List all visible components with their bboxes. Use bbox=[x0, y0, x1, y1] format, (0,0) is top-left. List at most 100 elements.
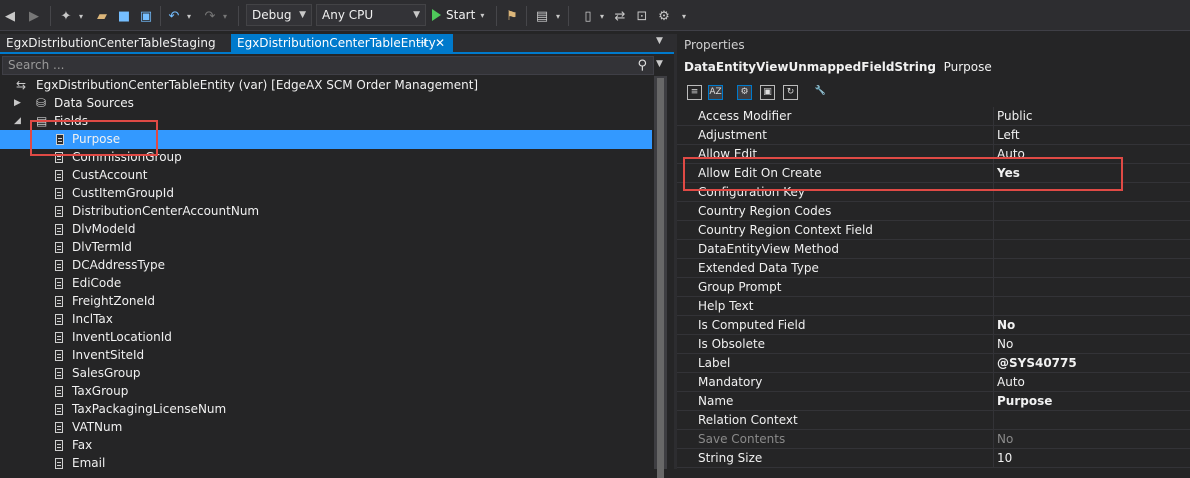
tree-node-field[interactable]: DlvModeId bbox=[0, 220, 652, 239]
property-name: DataEntityView Method bbox=[698, 242, 839, 256]
open-folder-icon[interactable]: ▰ bbox=[94, 7, 110, 25]
expand-icon[interactable]: ▶ bbox=[14, 94, 21, 113]
scrollbar-thumb[interactable] bbox=[657, 78, 664, 478]
property-value[interactable]: Left bbox=[997, 126, 1020, 145]
tree-node-field[interactable]: DCAddressType bbox=[0, 256, 652, 275]
find-references-icon[interactable]: ⇄ bbox=[612, 7, 628, 25]
column-divider bbox=[993, 126, 994, 145]
play-icon bbox=[432, 9, 441, 21]
apply-icon[interactable]: ↻ bbox=[783, 85, 798, 100]
property-value[interactable]: No bbox=[997, 430, 1013, 449]
property-pages-icon[interactable]: ⚙ bbox=[737, 85, 752, 100]
property-value[interactable]: Auto bbox=[997, 373, 1025, 392]
events-icon[interactable]: ▣ bbox=[760, 85, 775, 100]
highlight-box-allow-edit-on-create bbox=[683, 157, 1123, 191]
tree-node-field[interactable]: CustAccount bbox=[0, 166, 652, 185]
tree-node-field[interactable]: Fax bbox=[0, 436, 652, 455]
property-value[interactable]: Purpose bbox=[997, 392, 1052, 411]
forward-icon[interactable]: ▶ bbox=[26, 7, 42, 25]
property-value[interactable]: Public bbox=[997, 107, 1033, 126]
search-icon[interactable]: ⚲ bbox=[637, 57, 647, 74]
property-row[interactable]: String Size 10 bbox=[677, 449, 1190, 468]
property-row[interactable]: Country Region Codes bbox=[677, 202, 1190, 221]
property-row[interactable]: Mandatory Auto bbox=[677, 373, 1190, 392]
tree-node-field[interactable]: SalesGroup bbox=[0, 364, 652, 383]
compare-icon[interactable]: ⊡ bbox=[634, 7, 650, 25]
collapse-icon[interactable]: ◢ bbox=[14, 112, 21, 131]
redo-dropdown-icon[interactable]: ▾ bbox=[220, 7, 230, 25]
wrench-icon[interactable]: 🔧 bbox=[813, 85, 828, 100]
tree-node-field[interactable]: CustItemGroupId bbox=[0, 184, 652, 203]
save-icon[interactable]: ■ bbox=[116, 7, 132, 25]
property-value[interactable]: 10 bbox=[997, 449, 1012, 468]
tree-node-label: DlvTermId bbox=[72, 240, 132, 254]
pin-icon[interactable]: ⊣ bbox=[417, 34, 426, 53]
redo-icon[interactable]: ↷ bbox=[202, 7, 218, 25]
property-row[interactable]: Help Text bbox=[677, 297, 1190, 316]
tree-node-data-sources[interactable]: ▶ ⛁ Data Sources bbox=[0, 94, 652, 113]
browser-link-icon[interactable]: ⚑ bbox=[504, 7, 520, 25]
property-value[interactable]: No bbox=[997, 316, 1015, 335]
property-row[interactable]: Is Obsolete No bbox=[677, 335, 1190, 354]
platform-select[interactable]: Any CPU ▼ bbox=[316, 4, 426, 26]
pending-changes-icon[interactable]: ⚙ bbox=[656, 7, 672, 25]
start-button[interactable]: Start ▾ bbox=[432, 5, 484, 25]
tree-node-field[interactable]: FreightZoneId bbox=[0, 292, 652, 311]
tree-node-field[interactable]: InclTax bbox=[0, 310, 652, 329]
configuration-select[interactable]: Debug ▼ bbox=[246, 4, 312, 26]
properties-toolbar: ≡ AZ ⚙ ▣ ↻ 🔧 bbox=[677, 82, 1190, 104]
tree-node-field[interactable]: InventSiteId bbox=[0, 346, 652, 365]
field-icon bbox=[55, 350, 63, 361]
tree-node-label: CustAccount bbox=[72, 168, 148, 182]
property-row[interactable]: Group Prompt bbox=[677, 278, 1190, 297]
tree-node-field[interactable]: InventLocationId bbox=[0, 328, 652, 347]
search-input[interactable]: Search ... ⚲ bbox=[2, 56, 654, 75]
layout-dropdown-icon[interactable]: ▾ bbox=[554, 7, 562, 25]
undo-dropdown-icon[interactable]: ▾ bbox=[184, 7, 194, 25]
property-row[interactable]: Extended Data Type bbox=[677, 259, 1190, 278]
tab-staging[interactable]: EgxDistributionCenterTableStaging bbox=[0, 34, 228, 53]
property-row[interactable]: Country Region Context Field bbox=[677, 221, 1190, 240]
property-name: Relation Context bbox=[698, 413, 798, 427]
tree-node-field[interactable]: EdiCode bbox=[0, 274, 652, 293]
search-options-dropdown-icon[interactable]: ▼ bbox=[656, 59, 663, 69]
undo-icon[interactable]: ↶ bbox=[166, 7, 182, 25]
toolbar-overflow-icon[interactable]: ▾ bbox=[680, 7, 688, 25]
save-all-icon[interactable]: ▣ bbox=[138, 7, 154, 25]
new-project-dropdown-icon[interactable]: ▾ bbox=[76, 7, 86, 25]
categorized-icon[interactable]: ≡ bbox=[687, 85, 702, 100]
new-project-icon[interactable]: ✦ bbox=[58, 7, 74, 25]
tree-node-field[interactable]: DlvTermId bbox=[0, 238, 652, 257]
tree-node-field[interactable]: VATNum bbox=[0, 418, 652, 437]
property-row[interactable]: Is Computed Field No bbox=[677, 316, 1190, 335]
tree-node-field[interactable]: TaxPackagingLicenseNum bbox=[0, 400, 652, 419]
window-layout-icon[interactable]: ▤ bbox=[534, 7, 550, 25]
tree-scrollbar[interactable] bbox=[654, 76, 667, 478]
field-icon bbox=[55, 170, 63, 181]
property-row[interactable]: Save Contents No bbox=[677, 430, 1190, 449]
tab-entity[interactable]: EgxDistributionCenterTableEntity ⊣ ✕ bbox=[231, 34, 453, 53]
tree-node-label: VATNum bbox=[72, 420, 123, 434]
tree-root[interactable]: ⇆ EgxDistributionCenterTableEntity (var)… bbox=[0, 76, 652, 95]
property-row[interactable]: DataEntityView Method bbox=[677, 240, 1190, 259]
tree-node-field[interactable]: TaxGroup bbox=[0, 382, 652, 401]
property-row[interactable]: Label @SYS40775 bbox=[677, 354, 1190, 373]
close-icon[interactable]: ✕ bbox=[435, 34, 445, 53]
property-row[interactable]: Adjustment Left bbox=[677, 126, 1190, 145]
alphabetical-icon[interactable]: AZ bbox=[708, 85, 723, 100]
tab-list-dropdown-icon[interactable]: ▼ bbox=[656, 36, 663, 46]
field-icon bbox=[55, 296, 63, 307]
toggle-bookmark-icon[interactable]: ▯ bbox=[580, 7, 596, 25]
property-value[interactable]: No bbox=[997, 335, 1013, 354]
bookmark-dropdown-icon[interactable]: ▾ bbox=[598, 7, 606, 25]
property-row[interactable]: Name Purpose bbox=[677, 392, 1190, 411]
column-divider bbox=[993, 392, 994, 411]
back-icon[interactable]: ◀ bbox=[2, 7, 18, 25]
properties-object-selector[interactable]: DataEntityViewUnmappedFieldString Purpos… bbox=[684, 60, 992, 74]
property-row[interactable]: Access Modifier Public bbox=[677, 107, 1190, 126]
property-row[interactable]: Relation Context bbox=[677, 411, 1190, 430]
property-value[interactable]: @SYS40775 bbox=[997, 354, 1077, 373]
tree-node-field[interactable]: DistributionCenterAccountNum bbox=[0, 202, 652, 221]
column-divider bbox=[993, 202, 994, 221]
tree-node-field[interactable]: Email bbox=[0, 454, 652, 473]
